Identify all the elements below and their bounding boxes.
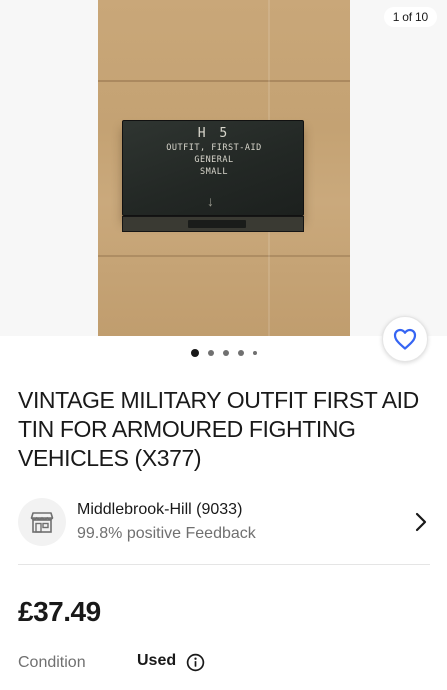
carousel-indicator (0, 348, 447, 358)
tin-lid: H 5 OUTFIT, FIRST-AID GENERAL SMALL ↓ (122, 120, 304, 216)
image-counter: 1 of 10 (383, 7, 437, 27)
tin-code: H 5 (197, 126, 231, 141)
condition-label: Condition (18, 654, 86, 671)
tin-line: GENERAL (194, 155, 234, 165)
tin-stencil: H 5 OUTFIT, FIRST-AID GENERAL SMALL (123, 126, 305, 178)
carousel-dot-active[interactable] (190, 349, 199, 357)
seller-card[interactable]: Middlebrook-Hill (9033) 99.8% positive F… (18, 496, 430, 548)
broad-arrow-mark: ↓ (207, 193, 214, 209)
cardboard-seam (98, 80, 350, 82)
tin-latch (188, 220, 246, 228)
store-icon (30, 512, 54, 533)
image-gallery[interactable]: H 5 OUTFIT, FIRST-AID GENERAL SMALL ↓ 1 … (0, 0, 447, 336)
tin-line: OUTFIT, FIRST-AID (166, 143, 262, 153)
section-divider (18, 564, 430, 565)
condition-value: Used (137, 652, 177, 669)
seller-avatar (18, 498, 66, 546)
seller-name: Middlebrook-Hill (9033) (77, 501, 243, 518)
first-aid-tin: H 5 OUTFIT, FIRST-AID GENERAL SMALL ↓ (122, 120, 304, 232)
info-icon[interactable] (186, 653, 205, 672)
cardboard-seam (98, 255, 350, 257)
listing-title: VINTAGE MILITARY OUTFIT FIRST AID TIN FO… (18, 387, 419, 471)
seller-feedback: 99.8% positive Feedback (77, 525, 256, 542)
carousel-dot[interactable] (252, 351, 257, 355)
carousel-dot[interactable] (222, 350, 229, 356)
tin-line: SMALL (199, 167, 229, 177)
carousel-dot[interactable] (237, 350, 244, 356)
heart-icon (393, 328, 417, 350)
product-photo[interactable]: H 5 OUTFIT, FIRST-AID GENERAL SMALL ↓ (98, 0, 350, 336)
item-price: £37.49 (18, 596, 101, 627)
carousel-dot[interactable] (207, 350, 214, 356)
chevron-right-icon (415, 512, 427, 532)
